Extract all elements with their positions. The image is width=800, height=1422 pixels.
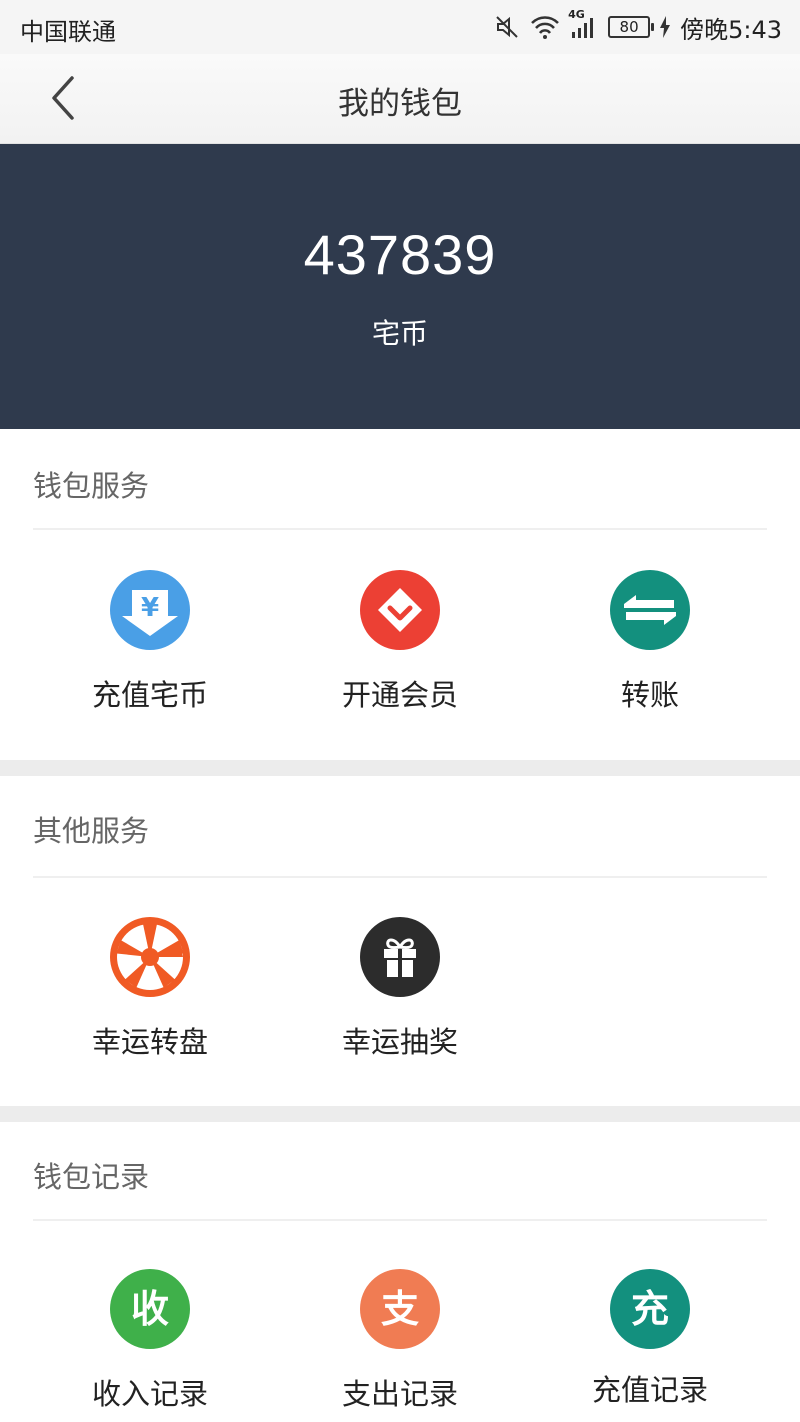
divider — [33, 1219, 767, 1221]
open-membership-button[interactable]: 开通会员 — [290, 570, 510, 714]
transfer-arrows-icon — [610, 570, 690, 650]
icon-char: 充 — [630, 1287, 669, 1331]
item-label: 支出记录 — [341, 1377, 458, 1411]
divider — [33, 876, 767, 878]
status-bar: 中国联通 4G 80 傍晚5:43 — [0, 0, 800, 54]
item-label: 充值记录 — [591, 1373, 708, 1407]
item-label: 开通会员 — [341, 678, 458, 712]
balance-panel: 437839 宅币 — [0, 144, 800, 429]
recharge-icon: 充 — [610, 1269, 690, 1349]
balance-amount: 437839 — [303, 223, 497, 286]
yuan-download-icon: ¥ — [110, 570, 190, 650]
vip-diamond-icon — [360, 570, 440, 650]
other-services-section: 其他服务 幸运转盘 幸运抽奖 — [0, 776, 800, 1106]
section-title: 其他服务 — [33, 814, 150, 848]
wallet-services-section: 钱包服务 ¥ 充值宅币 开通会员 转账 — [0, 429, 800, 760]
expense-records-button[interactable]: 支 支出记录 — [290, 1269, 510, 1413]
item-label: 幸运抽奖 — [341, 1025, 458, 1059]
battery-icon: 80 — [608, 16, 655, 38]
transfer-button[interactable]: 转账 — [540, 570, 760, 714]
recharge-coins-button[interactable]: ¥ 充值宅币 — [40, 570, 260, 714]
lucky-wheel-button[interactable]: 幸运转盘 — [40, 917, 260, 1061]
section-title: 钱包服务 — [33, 469, 150, 503]
charging-icon — [660, 16, 671, 38]
item-label: 转账 — [620, 678, 679, 712]
item-label: 幸运转盘 — [91, 1025, 208, 1059]
balance-unit: 宅币 — [371, 317, 428, 350]
item-label: 收入记录 — [91, 1377, 208, 1411]
divider — [33, 528, 767, 530]
income-icon: 收 — [110, 1269, 190, 1349]
section-separator — [0, 1106, 800, 1122]
icon-char: 收 — [130, 1287, 169, 1331]
page-title: 我的钱包 — [338, 86, 462, 122]
income-records-button[interactable]: 收 收入记录 — [40, 1269, 260, 1413]
item-label: 充值宅币 — [91, 678, 208, 712]
expense-icon: 支 — [360, 1269, 440, 1349]
mute-icon — [494, 14, 520, 40]
svg-text:¥: ¥ — [141, 593, 159, 623]
section-title: 钱包记录 — [33, 1160, 150, 1194]
clock: 傍晚5:43 — [680, 15, 782, 44]
wheel-icon — [110, 917, 190, 997]
carrier-name: 中国联通 — [20, 18, 116, 46]
signal-icon: 4G — [568, 8, 598, 40]
recharge-records-button[interactable]: 充 充值记录 — [540, 1269, 760, 1409]
status-icons: 4G 80 傍晚5:43 — [494, 8, 782, 44]
wallet-records-section: 钱包记录 收 收入记录 支 支出记录 充 充值记录 — [0, 1122, 800, 1422]
gift-icon — [360, 917, 440, 997]
network-type: 4G — [568, 8, 585, 21]
section-separator — [0, 760, 800, 776]
icon-char: 支 — [380, 1287, 419, 1331]
lucky-draw-button[interactable]: 幸运抽奖 — [290, 917, 510, 1061]
title-bar: 我的钱包 — [0, 54, 800, 144]
wifi-icon — [530, 14, 560, 40]
